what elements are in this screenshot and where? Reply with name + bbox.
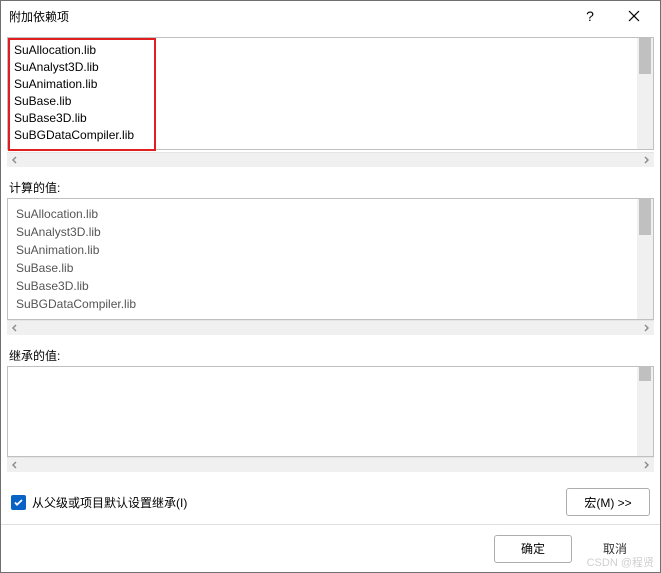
dialog-buttons-row: 确定 取消 CSDN @程贤 (1, 524, 660, 572)
inherit-checkbox-text: 从父级或项目默认设置继承(I) (32, 494, 187, 511)
inherit-checkbox-label[interactable]: 从父级或项目默认设置继承(I) (11, 494, 558, 511)
scrollbar-thumb[interactable] (639, 199, 651, 235)
inherited-label: 继承的值: (7, 345, 654, 366)
inherited-vertical-scrollbar[interactable] (637, 367, 653, 456)
editor-vertical-scrollbar[interactable] (637, 38, 653, 149)
options-row: 从父级或项目默认设置继承(I) 宏(M) >> (7, 476, 654, 524)
titlebar: 附加依赖项 ? (1, 1, 660, 31)
editor-horizontal-scrollbar[interactable] (7, 152, 654, 167)
dialog-window: 附加依赖项 ? 计算的值: SuAllocation.lib SuAnalyst… (0, 0, 661, 573)
inherited-values-list (8, 367, 637, 456)
editor-container (7, 37, 654, 150)
scroll-left-icon[interactable] (9, 322, 21, 334)
scroll-right-icon[interactable] (640, 459, 652, 471)
scroll-left-icon[interactable] (9, 459, 21, 471)
close-button[interactable] (612, 2, 656, 30)
scrollbar-thumb[interactable] (639, 38, 651, 74)
scroll-left-icon[interactable] (9, 154, 21, 166)
scroll-right-icon[interactable] (640, 322, 652, 334)
check-icon (13, 497, 24, 508)
computed-values-list: SuAllocation.lib SuAnalyst3D.lib SuAnima… (8, 199, 637, 319)
inherit-checkbox[interactable] (11, 495, 26, 510)
dialog-content: 计算的值: SuAllocation.lib SuAnalyst3D.lib S… (1, 31, 660, 524)
inherited-values-box (7, 366, 654, 457)
computed-vertical-scrollbar[interactable] (637, 199, 653, 319)
macro-button[interactable]: 宏(M) >> (566, 488, 650, 516)
close-icon (627, 9, 641, 23)
dialog-title: 附加依赖项 (9, 8, 568, 25)
computed-label: 计算的值: (7, 177, 654, 198)
cancel-button[interactable]: 取消 (580, 536, 650, 562)
scrollbar-thumb[interactable] (639, 367, 651, 381)
dependencies-input[interactable] (8, 38, 637, 149)
help-button[interactable]: ? (568, 2, 612, 30)
help-icon: ? (586, 8, 594, 24)
inherited-horizontal-scrollbar[interactable] (7, 457, 654, 472)
ok-button[interactable]: 确定 (494, 535, 572, 563)
scroll-right-icon[interactable] (640, 154, 652, 166)
computed-values-box: SuAllocation.lib SuAnalyst3D.lib SuAnima… (7, 198, 654, 320)
computed-horizontal-scrollbar[interactable] (7, 320, 654, 335)
